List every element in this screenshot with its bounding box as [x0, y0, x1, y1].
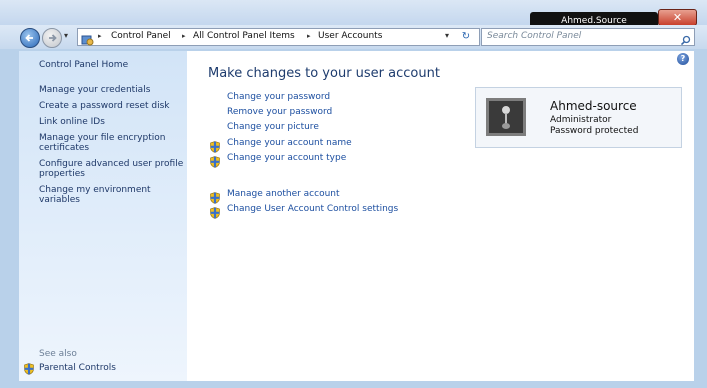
control-panel-home-link[interactable]: Control Panel Home	[39, 60, 184, 70]
account-card: Ahmed-source Administrator Password prot…	[475, 87, 682, 148]
guitar-picture-icon	[489, 101, 523, 133]
back-button[interactable]	[20, 28, 40, 48]
breadcrumb-separator: ▸	[182, 32, 186, 40]
account-name: Ahmed-source	[550, 99, 637, 113]
shield-icon	[209, 204, 221, 223]
search-placeholder: Search Control Panel	[487, 31, 582, 41]
refresh-icon[interactable]: ↻	[455, 28, 477, 46]
change-password-link[interactable]: Change your password	[227, 92, 330, 102]
sidebar-item-advanced-profile[interactable]: Configure advanced user profile properti…	[39, 159, 184, 179]
parental-controls-label: Parental Controls	[39, 363, 116, 373]
breadcrumb-user-accounts[interactable]: User Accounts	[318, 31, 382, 41]
sidebar-item-password-reset-disk[interactable]: Create a password reset disk	[39, 101, 184, 111]
see-also-label: See also	[39, 349, 77, 359]
shield-icon	[209, 153, 221, 172]
sidebar-item-link-online-ids[interactable]: Link online IDs	[39, 117, 184, 127]
change-account-name-link[interactable]: Change your account name	[227, 138, 352, 148]
search-input[interactable]: Search Control Panel	[481, 28, 695, 46]
breadcrumb-all-items[interactable]: All Control Panel Items	[193, 31, 295, 41]
page-title: Make changes to your user account	[208, 66, 440, 81]
remove-password-link[interactable]: Remove your password	[227, 107, 332, 117]
main-content: ? Make changes to your user account Chan…	[187, 51, 694, 381]
recent-pages-dropdown-icon[interactable]: ▾	[64, 31, 68, 40]
uac-settings-link[interactable]: Change User Account Control settings	[227, 204, 398, 214]
forward-arrow-icon	[49, 34, 57, 42]
forward-button[interactable]	[42, 28, 62, 48]
task-pane: Control Panel Home Manage your credentia…	[19, 51, 187, 381]
help-icon[interactable]: ?	[677, 53, 689, 65]
window-bottom-border	[0, 381, 707, 388]
breadcrumb-separator: ▸	[98, 32, 102, 40]
close-button[interactable]: ✕	[658, 9, 697, 26]
search-icon[interactable]	[680, 31, 691, 50]
window: Ahmed.Source ✕ ▾ ▸ Control Panel ▸ All C…	[0, 0, 707, 388]
change-account-type-link[interactable]: Change your account type	[227, 153, 346, 163]
sidebar-item-environment-variables[interactable]: Change my environment variables	[39, 185, 184, 205]
account-role: Administrator	[550, 115, 612, 125]
manage-another-account-link[interactable]: Manage another account	[227, 189, 340, 199]
title-bar: Ahmed.Source ✕	[0, 0, 707, 31]
address-dropdown-icon[interactable]: ▾	[445, 31, 449, 40]
sidebar-item-file-encryption[interactable]: Manage your file encryption certificates	[39, 133, 184, 153]
back-arrow-icon	[25, 34, 33, 42]
breadcrumb-control-panel[interactable]: Control Panel	[111, 31, 171, 41]
control-panel-icon	[81, 31, 94, 50]
shield-icon	[23, 363, 35, 378]
navigation-bar: ▾ ▸ Control Panel ▸ All Control Panel It…	[0, 25, 707, 49]
address-bar[interactable]: ▸ Control Panel ▸ All Control Panel Item…	[77, 28, 480, 46]
sidebar-item-manage-credentials[interactable]: Manage your credentials	[39, 85, 184, 95]
account-picture[interactable]	[486, 98, 526, 136]
change-picture-link[interactable]: Change your picture	[227, 122, 319, 132]
breadcrumb-separator: ▸	[307, 32, 311, 40]
account-status: Password protected	[550, 126, 639, 136]
